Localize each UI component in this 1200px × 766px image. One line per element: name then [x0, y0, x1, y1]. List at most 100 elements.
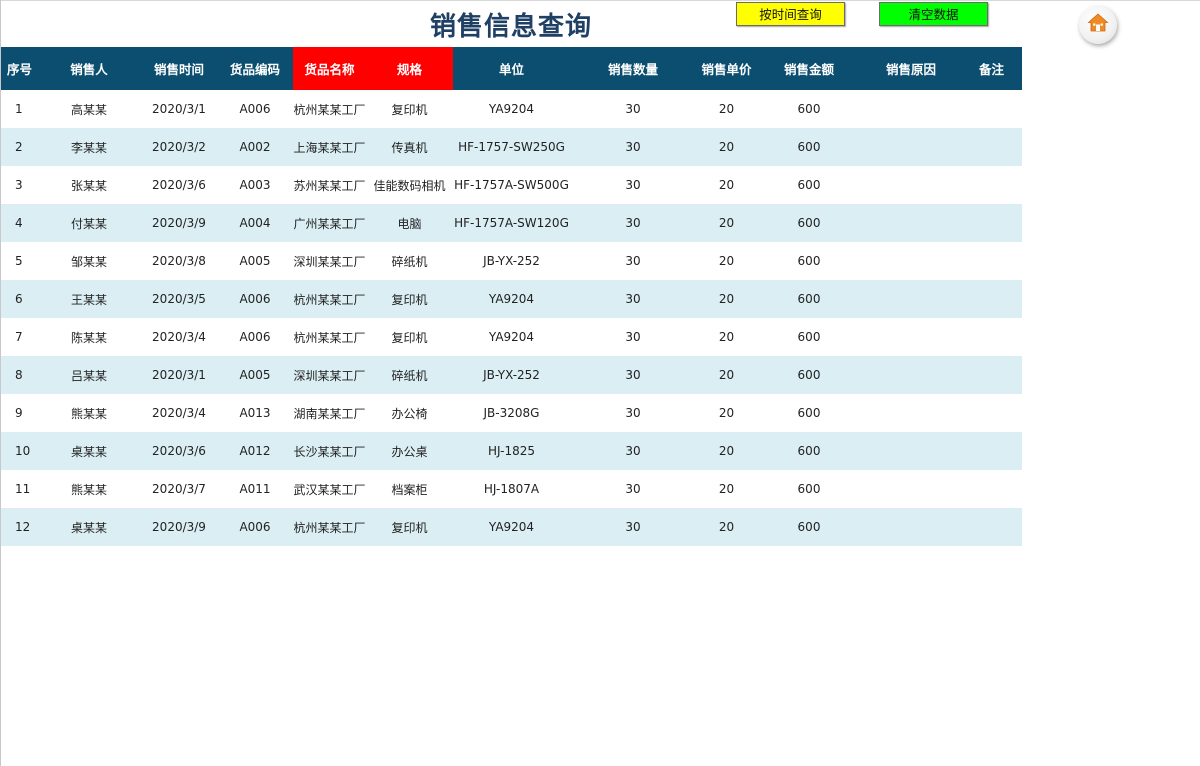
table-cell[interactable]: 碎纸机	[366, 356, 453, 394]
table-cell[interactable]	[861, 432, 961, 470]
table-cell[interactable]: 600	[757, 318, 861, 356]
table-cell[interactable]: 20	[696, 90, 757, 128]
table-cell[interactable]: 2020/3/6	[141, 432, 217, 470]
query-by-time-button[interactable]: 按时间查询	[736, 2, 845, 26]
table-cell[interactable]: 30	[570, 242, 696, 280]
table-cell[interactable]: 2020/3/4	[141, 394, 217, 432]
table-cell[interactable]: 20	[696, 204, 757, 242]
table-cell[interactable]: 杭州某某工厂	[293, 280, 366, 318]
table-cell[interactable]: A005	[217, 242, 293, 280]
table-cell[interactable]: 张某某	[37, 166, 141, 204]
table-cell[interactable]: 8	[1, 356, 37, 394]
table-cell[interactable]	[861, 356, 961, 394]
table-cell[interactable]	[961, 394, 1022, 432]
table-cell[interactable]: HF-1757-SW250G	[453, 128, 570, 166]
table-cell[interactable]: 600	[757, 128, 861, 166]
table-cell[interactable]	[861, 470, 961, 508]
clear-data-button[interactable]: 清空数据	[879, 2, 988, 26]
table-cell[interactable]: 600	[757, 242, 861, 280]
table-cell[interactable]: 复印机	[366, 280, 453, 318]
table-cell[interactable]: 2020/3/9	[141, 204, 217, 242]
table-cell[interactable]: 3	[1, 166, 37, 204]
table-cell[interactable]	[961, 204, 1022, 242]
table-cell[interactable]: 1	[1, 90, 37, 128]
table-cell[interactable]: 12	[1, 508, 37, 546]
table-cell[interactable]: 20	[696, 432, 757, 470]
table-cell[interactable]: 30	[570, 356, 696, 394]
table-cell[interactable]: 30	[570, 90, 696, 128]
table-cell[interactable]: YA9204	[453, 90, 570, 128]
table-cell[interactable]	[961, 90, 1022, 128]
table-cell[interactable]	[961, 128, 1022, 166]
table-cell[interactable]: 600	[757, 356, 861, 394]
table-cell[interactable]: 吕某某	[37, 356, 141, 394]
table-cell[interactable]: A003	[217, 166, 293, 204]
table-cell[interactable]: 深圳某某工厂	[293, 242, 366, 280]
table-cell[interactable]: 李某某	[37, 128, 141, 166]
table-cell[interactable]	[961, 280, 1022, 318]
table-cell[interactable]: 600	[757, 394, 861, 432]
table-cell[interactable]: 2020/3/9	[141, 508, 217, 546]
table-cell[interactable]: 2020/3/1	[141, 356, 217, 394]
table-cell[interactable]: 600	[757, 508, 861, 546]
table-cell[interactable]: 2020/3/8	[141, 242, 217, 280]
table-cell[interactable]: 付某某	[37, 204, 141, 242]
table-cell[interactable]: 档案柜	[366, 470, 453, 508]
table-cell[interactable]	[861, 128, 961, 166]
table-cell[interactable]: 30	[570, 394, 696, 432]
table-cell[interactable]: 6	[1, 280, 37, 318]
table-cell[interactable]: 20	[696, 166, 757, 204]
table-cell[interactable]: 30	[570, 508, 696, 546]
table-cell[interactable]: 武汉某某工厂	[293, 470, 366, 508]
table-cell[interactable]: 2020/3/7	[141, 470, 217, 508]
table-cell[interactable]: 电脑	[366, 204, 453, 242]
table-cell[interactable]	[861, 90, 961, 128]
table-cell[interactable]: 600	[757, 432, 861, 470]
table-cell[interactable]: 600	[757, 166, 861, 204]
table-cell[interactable]	[961, 166, 1022, 204]
table-cell[interactable]: 30	[570, 128, 696, 166]
table-cell[interactable]	[861, 166, 961, 204]
table-cell[interactable]: 20	[696, 470, 757, 508]
table-cell[interactable]: 湖南某某工厂	[293, 394, 366, 432]
table-cell[interactable]: 30	[570, 318, 696, 356]
table-cell[interactable]: 2020/3/6	[141, 166, 217, 204]
table-cell[interactable]: 30	[570, 470, 696, 508]
table-cell[interactable]: 30	[570, 432, 696, 470]
table-cell[interactable]: YA9204	[453, 318, 570, 356]
table-cell[interactable]: YA9204	[453, 280, 570, 318]
table-cell[interactable]: 广州某某工厂	[293, 204, 366, 242]
table-cell[interactable]: 长沙某某工厂	[293, 432, 366, 470]
table-cell[interactable]: 2020/3/2	[141, 128, 217, 166]
table-cell[interactable]: 杭州某某工厂	[293, 90, 366, 128]
table-cell[interactable]: 传真机	[366, 128, 453, 166]
table-cell[interactable]: 办公桌	[366, 432, 453, 470]
table-cell[interactable]: 600	[757, 470, 861, 508]
table-cell[interactable]	[961, 432, 1022, 470]
table-cell[interactable]: 20	[696, 128, 757, 166]
table-cell[interactable]: 王某某	[37, 280, 141, 318]
table-cell[interactable]: 20	[696, 242, 757, 280]
table-cell[interactable]: 熊某某	[37, 394, 141, 432]
table-cell[interactable]: A006	[217, 280, 293, 318]
table-cell[interactable]: 桌某某	[37, 432, 141, 470]
table-cell[interactable]: 苏州某某工厂	[293, 166, 366, 204]
table-cell[interactable]	[961, 356, 1022, 394]
table-cell[interactable]: JB-YX-252	[453, 242, 570, 280]
table-cell[interactable]: 复印机	[366, 318, 453, 356]
table-cell[interactable]	[861, 394, 961, 432]
table-cell[interactable]: 2020/3/5	[141, 280, 217, 318]
table-cell[interactable]	[861, 242, 961, 280]
table-cell[interactable]: A011	[217, 470, 293, 508]
table-cell[interactable]	[861, 318, 961, 356]
table-cell[interactable]: 20	[696, 356, 757, 394]
table-cell[interactable]: 600	[757, 280, 861, 318]
table-cell[interactable]: A004	[217, 204, 293, 242]
table-cell[interactable]: 30	[570, 204, 696, 242]
table-cell[interactable]: A006	[217, 90, 293, 128]
table-cell[interactable]: A002	[217, 128, 293, 166]
table-cell[interactable]: 30	[570, 166, 696, 204]
table-cell[interactable]: 10	[1, 432, 37, 470]
table-cell[interactable]: 7	[1, 318, 37, 356]
table-cell[interactable]	[961, 242, 1022, 280]
